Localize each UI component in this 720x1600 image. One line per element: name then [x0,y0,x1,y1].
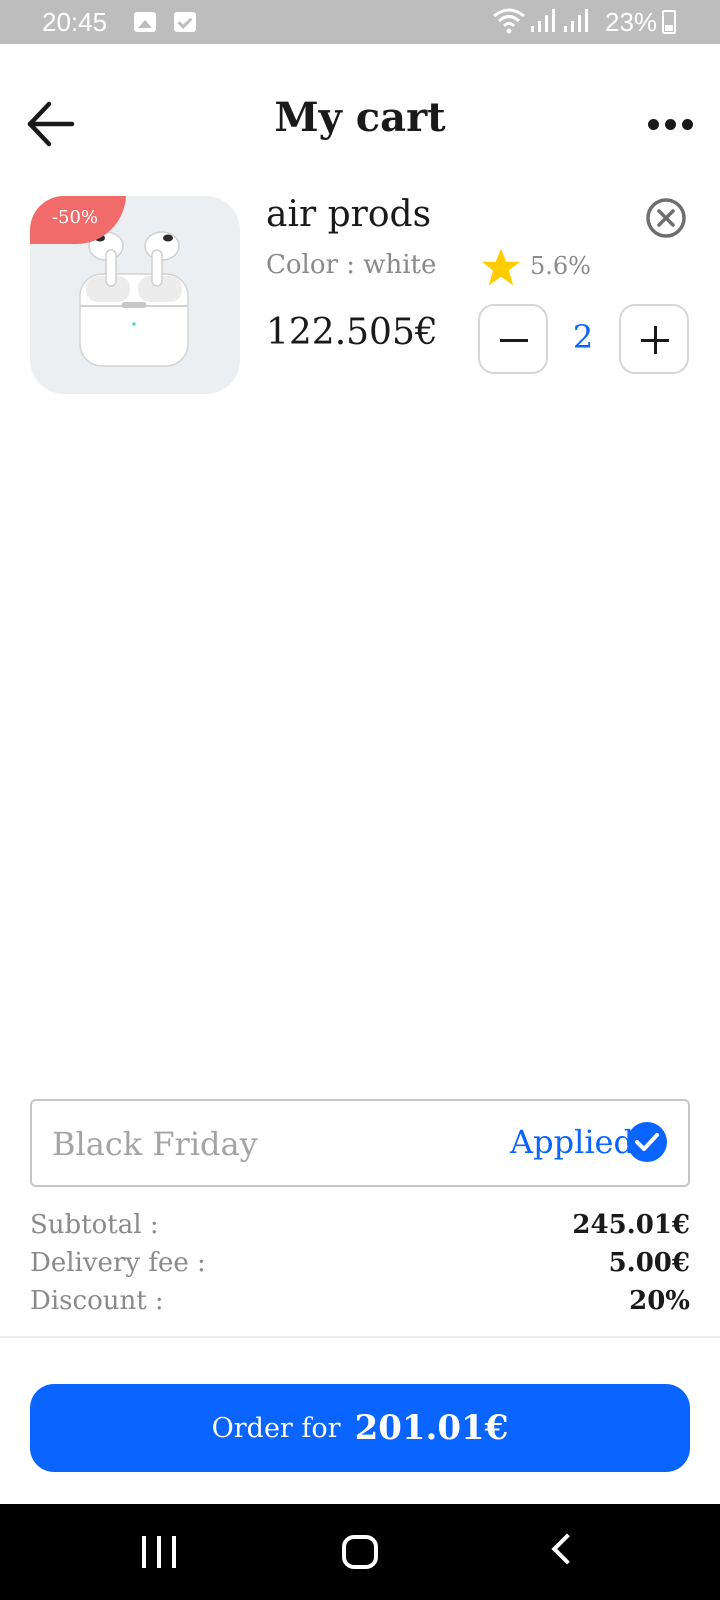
signal-icon [531,9,555,32]
order-button[interactable]: Order for 201.01€ [30,1384,690,1472]
product-color: Color : white [266,250,437,280]
promo-code-input[interactable] [50,1119,474,1169]
delivery-fee-label: Delivery fee : [30,1248,206,1278]
product-image: -50% [30,196,240,394]
battery-percent: 23% [605,7,658,37]
wifi-icon [493,8,525,34]
header: My cart [0,44,720,194]
cart-item: -50% air prods Color : white 5.6% 122.50… [0,194,720,404]
order-label: Order for [211,1412,341,1444]
order-total: 201.01€ [354,1408,509,1448]
home-icon[interactable] [342,1535,378,1569]
divider [0,1336,720,1338]
delivery-fee-row: Delivery fee : 5.00€ [30,1248,690,1284]
check-circle-icon [627,1122,667,1162]
discount-value: 20% [629,1286,690,1316]
signal-icon [564,9,588,32]
rating-value: 5.6% [530,252,591,280]
quantity-increase-button[interactable] [619,304,689,374]
system-nav-bar [0,1504,720,1600]
promo-status: Applied [510,1123,634,1161]
subtotal-value: 245.01€ [572,1210,690,1240]
subtotal-label: Subtotal : [30,1210,159,1240]
quantity-decrease-button[interactable] [478,304,548,374]
back-nav-icon[interactable] [551,1533,583,1565]
more-dots-icon[interactable] [648,112,698,136]
page-title: My cart [274,94,446,141]
minus-icon [500,339,528,342]
status-time: 20:45 [42,7,108,37]
recents-icon[interactable] [142,1536,176,1568]
subtotal-row: Subtotal : 245.01€ [30,1210,690,1246]
checkbox-icon [174,12,196,32]
quantity-value: 2 [572,318,594,356]
discount-row: Discount : 20% [30,1286,690,1322]
promo-code-field: Applied [30,1099,690,1187]
image-icon [134,12,156,32]
remove-item-icon[interactable] [644,196,688,240]
star-icon [481,248,521,286]
status-bar: 20:45 23% [0,0,720,44]
product-name: air prods [266,194,432,235]
product-price: 122.505€ [266,312,438,353]
discount-label: Discount : [30,1286,164,1316]
delivery-fee-value: 5.00€ [608,1248,690,1278]
battery-icon [662,10,676,34]
